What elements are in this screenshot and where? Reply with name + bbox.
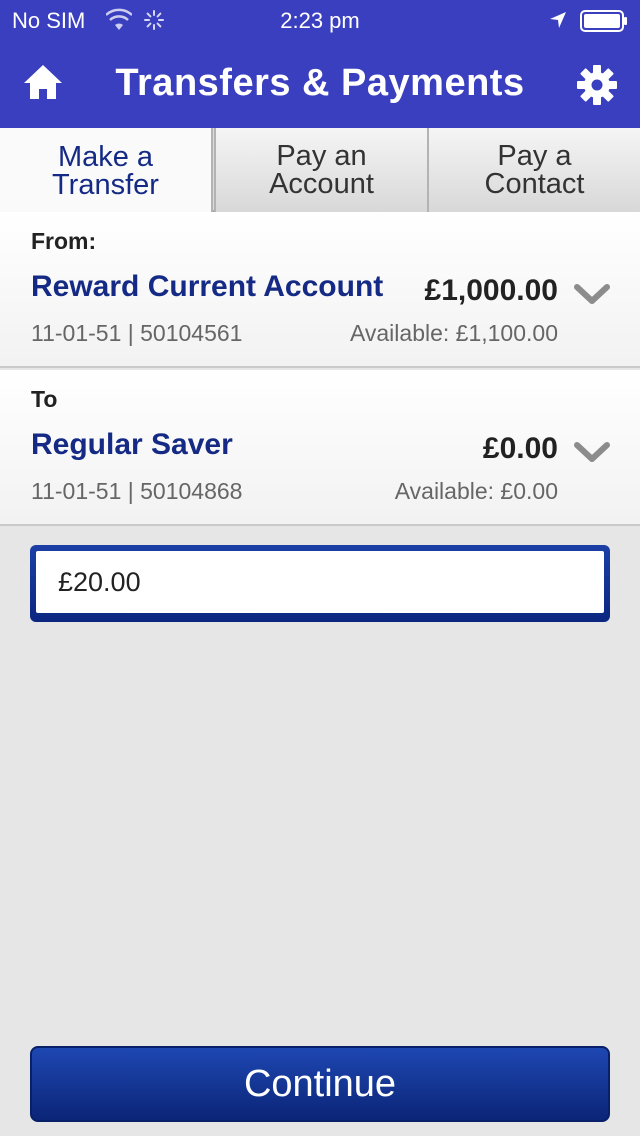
amount-field-frame: [30, 545, 610, 622]
tab-pay-an-account[interactable]: Pay an Account: [214, 128, 427, 212]
to-account-balance: £0.00: [482, 432, 558, 465]
chevron-down-icon[interactable]: [574, 440, 610, 464]
tab-bar: Make a Transfer Pay an Account Pay a Con…: [0, 128, 640, 214]
page-title: Transfers & Payments: [115, 62, 525, 104]
tab-label: Pay an Account: [269, 140, 374, 200]
continue-button[interactable]: Continue: [30, 1046, 610, 1122]
from-account-name: Reward Current Account: [31, 270, 384, 303]
from-account-selector[interactable]: From: Reward Current Account £1,000.00 1…: [0, 212, 640, 368]
app-header: Transfers & Payments: [0, 40, 640, 128]
from-account-balance: £1,000.00: [424, 274, 558, 307]
battery-icon: [580, 10, 627, 32]
status-bar: No SIM 2:23 pm: [0, 0, 640, 40]
tab-pay-a-contact[interactable]: Pay a Contact: [427, 128, 640, 212]
to-sort-account: 11-01-51 | 50104868: [31, 478, 243, 504]
tab-label: Pay a Contact: [484, 140, 585, 200]
to-account-name: Regular Saver: [31, 428, 233, 461]
from-sort-account: 11-01-51 | 50104561: [31, 320, 243, 346]
to-label: To: [31, 386, 58, 412]
home-icon[interactable]: [22, 62, 64, 102]
chevron-down-icon[interactable]: [574, 282, 610, 306]
to-account-selector[interactable]: To Regular Saver £0.00 11-01-51 | 501048…: [0, 370, 640, 526]
tab-label: Make a Transfer: [52, 141, 159, 201]
to-available-balance: Available: £0.00: [394, 478, 558, 504]
from-available-balance: Available: £1,100.00: [349, 320, 558, 346]
tab-make-a-transfer[interactable]: Make a Transfer: [0, 128, 213, 214]
location-arrow-icon: [550, 12, 566, 28]
from-label: From:: [31, 228, 97, 254]
status-time: 2:23 pm: [280, 8, 360, 33]
gear-icon[interactable]: [576, 64, 618, 106]
amount-input[interactable]: [36, 551, 604, 613]
